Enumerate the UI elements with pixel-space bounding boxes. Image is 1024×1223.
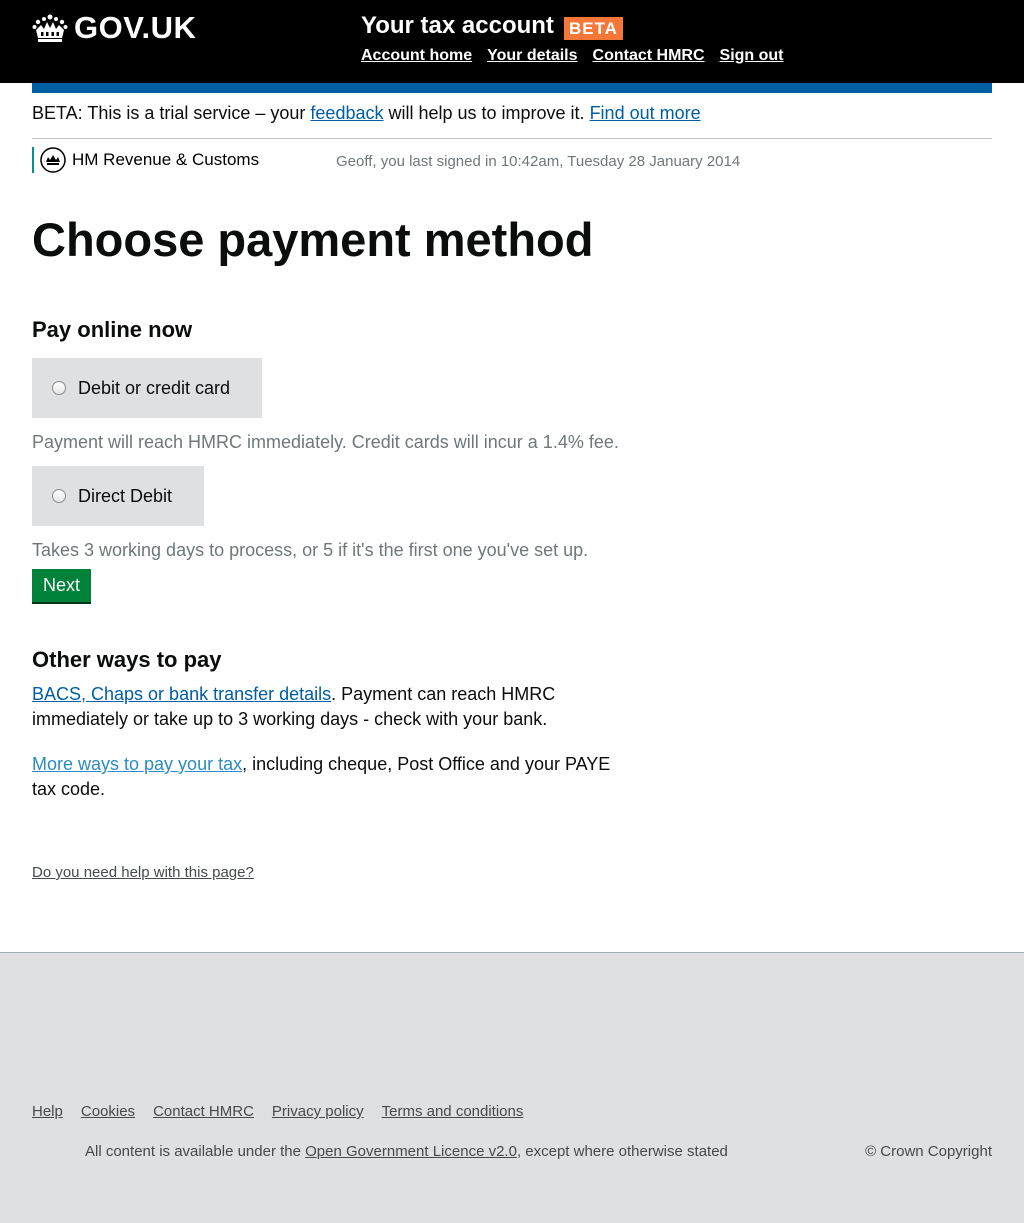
direct-debit-hint: Takes 3 working days to process, or 5 if…: [32, 540, 589, 560]
other-ways-heading: Other ways to pay: [32, 647, 222, 672]
more-ways-paragraph: More ways to pay your tax, including che…: [32, 752, 632, 802]
hmrc-name: HM Revenue & Customs: [72, 150, 260, 169]
bacs-link[interactable]: BACS, Chaps or bank transfer details: [32, 684, 331, 704]
hmrc-crest-icon: [40, 147, 66, 173]
crown-icon: [32, 14, 68, 42]
beta-banner-prefix: BETA: This is a trial service – your: [32, 103, 311, 123]
help-with-page-link[interactable]: Do you need help with this page?: [32, 864, 254, 881]
more-ways-link[interactable]: More ways to pay your tax: [32, 754, 242, 774]
radio-label: Direct Debit: [78, 485, 173, 506]
find-out-more-link[interactable]: Find out more: [590, 103, 701, 123]
card-hint: Payment will reach HMRC immediately. Cre…: [32, 432, 619, 452]
radio-button[interactable]: [52, 489, 66, 503]
nav-sign-out[interactable]: Sign out: [720, 47, 784, 65]
hmrc-organisation: HM Revenue & Customs: [32, 147, 259, 173]
beta-banner-middle: will help us to improve it.: [383, 103, 590, 123]
footer-link-cookies[interactable]: Cookies: [81, 1103, 135, 1120]
pay-online-heading: Pay online now: [32, 317, 193, 342]
bacs-paragraph: BACS, Chaps or bank transfer details. Pa…: [32, 682, 632, 732]
footer: Help Cookies Contact HMRC Privacy policy…: [0, 952, 1024, 1223]
service-name[interactable]: Your tax account: [361, 12, 554, 40]
next-button[interactable]: Next: [32, 569, 92, 602]
crown-copyright[interactable]: © Crown Copyright: [865, 1143, 992, 1160]
radio-button[interactable]: [52, 381, 66, 395]
nav-contact-hmrc[interactable]: Contact HMRC: [593, 47, 705, 65]
nav-your-details[interactable]: Your details: [487, 47, 577, 65]
proposition-nav: Account home Your details Contact HMRC S…: [361, 47, 784, 65]
footer-link-help[interactable]: Help: [32, 1103, 63, 1120]
govuk-logo[interactable]: GOV.UK: [32, 10, 196, 46]
radio-direct-debit[interactable]: Direct Debit: [32, 466, 205, 526]
licence-prefix: All content is available under the: [85, 1143, 306, 1160]
ogl-link[interactable]: Open Government Licence v2.0: [305, 1143, 517, 1160]
footer-links: Help Cookies Contact HMRC Privacy policy…: [32, 1103, 523, 1120]
feedback-link[interactable]: feedback: [310, 103, 383, 123]
beta-banner: BETA: This is a trial service – your fee…: [32, 103, 701, 124]
footer-link-privacy-policy[interactable]: Privacy policy: [272, 1103, 364, 1120]
service-name-row: Your tax account BETA: [361, 12, 623, 40]
nav-account-home[interactable]: Account home: [361, 47, 472, 65]
footer-link-contact-hmrc[interactable]: Contact HMRC: [153, 1103, 254, 1120]
radio-label: Debit or credit card: [78, 377, 231, 398]
licence-statement: All content is available under the Open …: [85, 1143, 728, 1160]
radio-debit-credit-card[interactable]: Debit or credit card: [32, 358, 263, 418]
licence-suffix: , except where otherwise stated: [516, 1143, 728, 1160]
header-blue-bar: [32, 83, 992, 93]
beta-tag: BETA: [563, 16, 623, 40]
last-signed-in: Geoff, you last signed in 10:42am, Tuesd…: [336, 153, 741, 170]
logo-text: GOV.UK: [74, 10, 197, 45]
page-title: Choose payment method: [32, 213, 594, 266]
divider: [32, 138, 992, 139]
global-header: GOV.UK Your tax account BETA Account hom…: [0, 0, 1024, 83]
footer-link-terms[interactable]: Terms and conditions: [382, 1103, 524, 1120]
